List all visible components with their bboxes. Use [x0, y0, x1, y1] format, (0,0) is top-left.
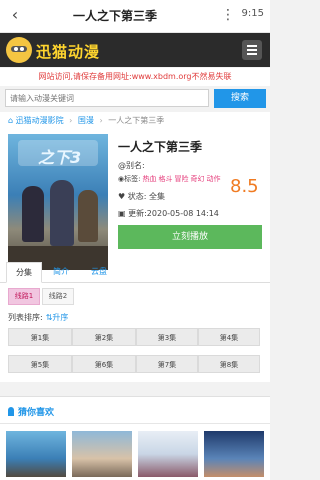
tab-bar: 分集 简介 云盘: [0, 262, 270, 283]
app-bar: ‹ 一人之下第三季 ⋮ 9:15: [0, 0, 270, 33]
mascot-icon: [6, 37, 32, 63]
alias-text: @别名:: [118, 161, 145, 170]
route-2[interactable]: 线路2: [42, 288, 74, 305]
anime-title: 一人之下第三季: [118, 140, 203, 154]
heart-icon: ♥: [118, 192, 128, 201]
recommend-title: 猜你喜欢: [18, 408, 55, 418]
tag-item[interactable]: 热血: [142, 175, 156, 183]
page-title: 一人之下第三季: [72, 9, 157, 23]
episode-button[interactable]: 第2集: [72, 328, 136, 346]
more-options-icon[interactable]: ⋮: [220, 6, 236, 24]
episode-button[interactable]: 第3集: [136, 328, 198, 346]
site-logo[interactable]: 迅猫动漫: [6, 37, 116, 63]
detail-card: ⌂ 迅猫动漫影院 › 国漫 › 一人之下第三季 之下3 一人之下第三季 @别名:…: [0, 112, 270, 382]
sort-asc-button[interactable]: ⇅升序: [46, 313, 69, 322]
bookmark-icon: [8, 407, 14, 416]
list-order: 列表排序: ⇅升序: [8, 312, 68, 323]
tag-item[interactable]: 动作: [206, 175, 220, 183]
status-text: ♥ 状态: 全集: [118, 191, 165, 202]
episode-button[interactable]: 第1集: [8, 328, 72, 346]
update-text: ▣ 更新:2020-05-08 14:14: [118, 208, 219, 219]
poster-label: 之下3: [38, 148, 82, 167]
logo-text: 迅猫动漫: [36, 43, 101, 61]
play-now-button[interactable]: 立刻播放: [118, 225, 262, 249]
episode-button[interactable]: 第6集: [72, 355, 136, 373]
search-bar: 搜索: [0, 86, 270, 112]
episode-button[interactable]: 第8集: [198, 355, 260, 373]
tab-episodes[interactable]: 分集: [6, 262, 42, 283]
episode-button[interactable]: 第5集: [8, 355, 72, 373]
breadcrumb-current: 一人之下第三季: [108, 116, 165, 125]
recommend-section: 猜你喜欢: [0, 396, 270, 480]
order-label: 列表排序:: [8, 313, 43, 322]
search-button[interactable]: 搜索: [214, 89, 266, 108]
tags-row: ◉标签: 热血 格斗 冒险 奇幻 动作: [118, 174, 220, 184]
recommend-thumb[interactable]: [72, 431, 132, 477]
recommend-thumb[interactable]: [6, 431, 66, 477]
tab-cloud[interactable]: 云盘: [82, 262, 116, 281]
status-value: 状态: 全集: [127, 192, 165, 201]
tag-item[interactable]: 冒险: [174, 175, 188, 183]
recommend-thumb[interactable]: [204, 431, 264, 477]
breadcrumb-category[interactable]: 国漫: [78, 116, 94, 125]
home-icon[interactable]: ⌂: [8, 116, 13, 125]
tags-label: 标签:: [124, 175, 141, 183]
update-value: 更新:2020-05-08 14:14: [128, 209, 219, 218]
tab-intro[interactable]: 简介: [44, 262, 78, 281]
notice-banner: 网站访问,请保存备用网址:www.xbdm.org不然易失联: [0, 68, 270, 86]
route-1[interactable]: 线路1: [8, 288, 40, 305]
episode-button[interactable]: 第4集: [198, 328, 260, 346]
site-header: 迅猫动漫: [0, 33, 270, 67]
breadcrumb-separator: ›: [99, 116, 103, 125]
poster-image[interactable]: 之下3: [8, 134, 108, 270]
rating-score: 8.5: [230, 176, 259, 197]
recommend-thumb[interactable]: [138, 431, 198, 477]
episode-button[interactable]: 第7集: [136, 355, 198, 373]
tag-item[interactable]: 奇幻: [190, 175, 204, 183]
menu-icon[interactable]: [242, 40, 262, 60]
tag-item[interactable]: 格斗: [158, 175, 172, 183]
calendar-icon: ▣: [118, 209, 129, 218]
sort-asc-label: 升序: [52, 313, 69, 322]
breadcrumb-separator: ›: [69, 116, 73, 125]
breadcrumb: ⌂ 迅猫动漫影院 › 国漫 › 一人之下第三季: [8, 115, 164, 126]
status-time: 9:15: [241, 8, 264, 19]
search-input[interactable]: [5, 89, 209, 107]
breadcrumb-home[interactable]: 迅猫动漫影院: [16, 116, 64, 125]
